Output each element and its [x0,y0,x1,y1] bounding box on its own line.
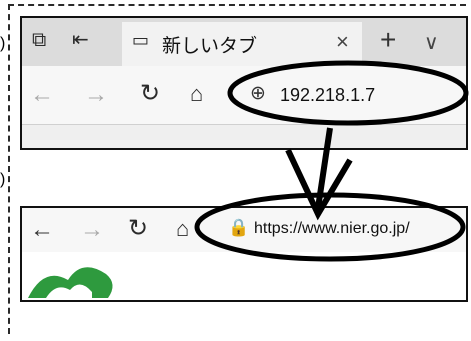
globe-icon: ⊕ [250,83,266,104]
home-icon[interactable]: ⌂ [190,83,203,105]
page-content [22,252,466,300]
refresh-icon[interactable]: ↻ [140,82,160,106]
forward-arrow-icon[interactable]: → [84,83,108,107]
tab-actions-icon[interactable]: ⧉ [32,30,46,50]
set-aside-tabs-icon[interactable]: ⇤ [72,30,89,50]
tab-list-dropdown-icon[interactable]: ∨ [424,30,439,55]
page-icon: ▭ [132,30,150,50]
refresh-icon[interactable]: ↻ [128,217,148,241]
tab-title: 新しいタブ [162,36,258,57]
address-text: 192.218.1.7 [280,85,376,105]
left-edge-mark-bottom: ) [0,171,6,188]
navigation-toolbar: ← → ↻ ⌂ ⊕ 192.218.1.7 [22,66,466,124]
back-arrow-icon[interactable]: ← [30,218,54,242]
navigation-toolbar: ← → ↻ ⌂ 🔒 https://www.nier.go.jp/ [22,208,466,253]
page-area [22,124,466,148]
site-logo [28,267,113,298]
address-text: https://www.nier.go.jp/ [254,220,410,237]
tab-new-tab[interactable]: ▭ 新しいタブ × [122,22,362,66]
home-icon[interactable]: ⌂ [176,218,189,240]
tab-strip: ⧉ ⇤ ▭ 新しいタブ × + ∨ [22,18,466,66]
address-bar[interactable]: ⊕ 192.218.1.7 [232,72,466,120]
forward-arrow-icon[interactable]: → [80,218,104,242]
address-bar[interactable]: 🔒 https://www.nier.go.jp/ [200,208,466,252]
left-edge-mark-top: ) [0,35,6,52]
browser-screenshot-url: ← → ↻ ⌂ 🔒 https://www.nier.go.jp/ [20,206,468,302]
lock-icon: 🔒 [228,218,250,237]
browser-screenshot-ip: ⧉ ⇤ ▭ 新しいタブ × + ∨ ← → ↻ ⌂ ⊕ 192.218.1.7 [20,16,468,150]
tab-close-icon[interactable]: × [336,29,349,55]
new-tab-button[interactable]: + [380,24,396,56]
back-arrow-icon[interactable]: ← [30,83,54,107]
